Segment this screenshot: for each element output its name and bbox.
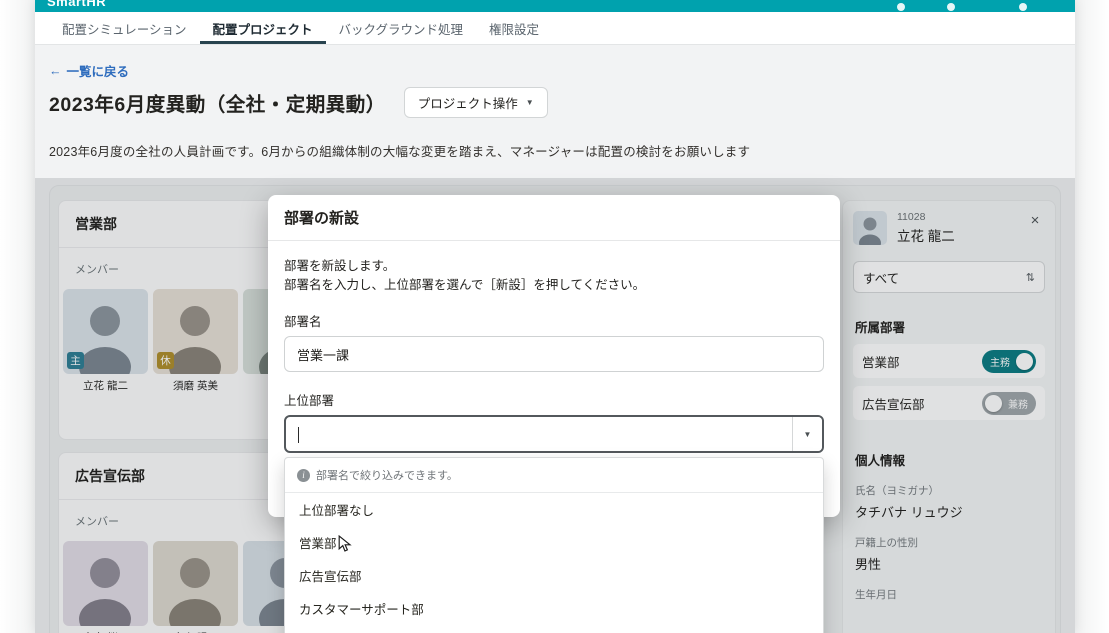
option-label: 営業部 (299, 537, 337, 551)
page-title: 2023年6月度異動（全社・定期異動） (49, 94, 386, 116)
text-caret (298, 427, 299, 443)
create-department-modal: 部署の新設 部署を新設します。 部署名を入力し、上位部署を選んで［新設］を押して… (268, 195, 840, 633)
tab-bar: 配置シミュレーション 配置プロジェクト バックグラウンド処理 権限設定 (35, 12, 1075, 45)
brand-logo: SmartHR (47, 0, 107, 9)
option-no-parent[interactable]: 上位部署なし (285, 493, 823, 526)
mouse-cursor (337, 534, 352, 555)
option-sales[interactable]: 営業部 (285, 526, 823, 559)
chevron-down-icon: ▼ (525, 98, 534, 107)
modal-title: 部署の新設 (268, 195, 840, 241)
app-window: SmartHR 配置シミュレーション 配置プロジェクト バックグラウンド処理 権… (35, 0, 1075, 633)
page-description: 2023年6月度の全社の人員計画です。6月からの組織体制の大幅な変更を踏まえ、マ… (49, 145, 751, 159)
listbox-hint: i 部署名で絞り込みできます。 (285, 458, 823, 493)
global-header: SmartHR (35, 0, 1075, 12)
combobox-toggle-button[interactable]: ▼ (792, 417, 822, 451)
department-name-label: 部署名 (284, 315, 322, 329)
option-management[interactable]: 管理本部 (285, 625, 823, 633)
modal-description-line1: 部署を新設します。 (284, 259, 396, 273)
modal-description-line2: 部署名を入力し、上位部署を選んで［新設］を押してください。 (284, 278, 646, 292)
department-name-input[interactable] (284, 336, 824, 372)
option-advertising[interactable]: 広告宣伝部 (285, 559, 823, 592)
combobox-input[interactable] (286, 417, 792, 451)
help-icon[interactable] (947, 3, 955, 11)
tab-permission-settings[interactable]: 権限設定 (476, 12, 552, 44)
left-arrow-icon: ← (49, 63, 62, 78)
project-actions-label: プロジェクト操作 (417, 97, 518, 111)
tab-background-jobs[interactable]: バックグラウンド処理 (326, 12, 477, 44)
option-customer-support[interactable]: カスタマーサポート部 (285, 592, 823, 625)
page-header: ← 一覧に戻る 2023年6月度異動（全社・定期異動） プロジェクト操作 ▼ 2… (35, 45, 1075, 185)
video-frame: SmartHR 配置シミュレーション 配置プロジェクト バックグラウンド処理 権… (0, 0, 1109, 633)
project-actions-button[interactable]: プロジェクト操作 ▼ (403, 87, 548, 118)
tab-placement-simulation[interactable]: 配置シミュレーション (49, 12, 200, 44)
listbox-hint-text: 部署名で絞り込みできます。 (316, 470, 458, 482)
user-avatar-icon[interactable] (1019, 3, 1027, 11)
back-link[interactable]: ← 一覧に戻る (49, 61, 129, 80)
parent-department-label: 上位部署 (284, 394, 335, 408)
chevron-down-icon: ▼ (803, 429, 812, 439)
parent-department-combobox[interactable]: ▼ (284, 415, 824, 453)
info-icon: i (297, 468, 310, 482)
tab-placement-project[interactable]: 配置プロジェクト (200, 12, 326, 44)
parent-department-listbox: i 部署名で絞り込みできます。 上位部署なし 営業部 広告宣伝部 カスタマーサポ… (284, 457, 824, 633)
notification-icon[interactable] (897, 3, 905, 11)
back-link-label: 一覧に戻る (66, 65, 130, 79)
